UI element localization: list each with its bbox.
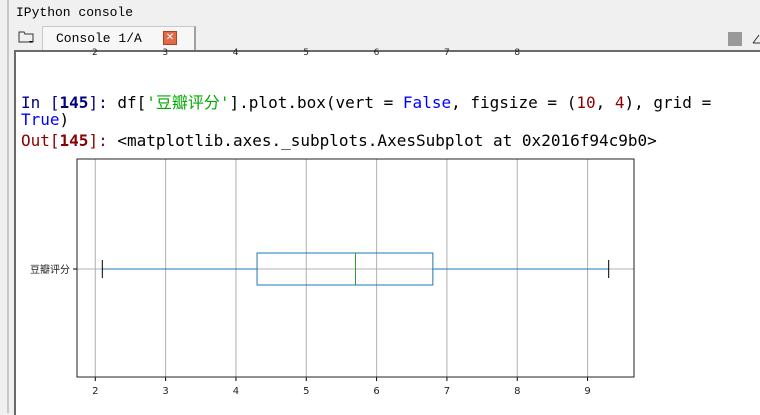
folder-icon[interactable] [18,31,34,43]
tab-bar: Console 1/A ✕ [12,26,760,50]
input-line-cont: True) [21,110,70,129]
clipped-tick-label: 2 [92,48,98,58]
x-tick-label: 6 [373,386,379,397]
x-tick-label: 2 [92,386,98,397]
clipped-tick-label: 7 [444,48,450,58]
x-tick-label: 4 [233,386,239,397]
input-line: In [145]: df['豆瓣评分'].plot.box(vert = Fal… [21,93,712,112]
tab-label: Console 1/A [56,31,142,46]
y-tick-label: 豆瓣评分 [30,264,70,276]
x-tick-label: 5 [303,386,309,397]
clipped-tick-label: 3 [162,48,169,58]
stop-icon[interactable] [728,32,742,46]
clipped-tick-label: 5 [303,48,309,58]
close-icon[interactable]: ✕ [163,31,177,45]
pane-title: IPython console [16,5,134,20]
console-output[interactable]: 2 3 4 5 6 7 8 In [145]: df['豆瓣评分'].plot.box(ve… [14,48,760,415]
tab-console-1a[interactable]: Console 1/A ✕ [42,26,196,50]
options-icon[interactable] [752,34,760,44]
x-tick-label: 8 [514,386,520,397]
clipped-tick-label: 6 [373,48,380,58]
box-plot: 2 3 4 5 6 7 8 9 豆瓣评分 [30,158,635,397]
clipped-tick-label: 8 [514,48,521,58]
x-tick-label: 3 [162,386,168,397]
clipped-tick-label: 4 [232,48,239,58]
x-tick-label: 7 [444,386,450,397]
output-line: Out[145]: <matplotlib.axes._subplots.Axe… [21,131,657,150]
x-tick-label: 9 [584,386,590,397]
